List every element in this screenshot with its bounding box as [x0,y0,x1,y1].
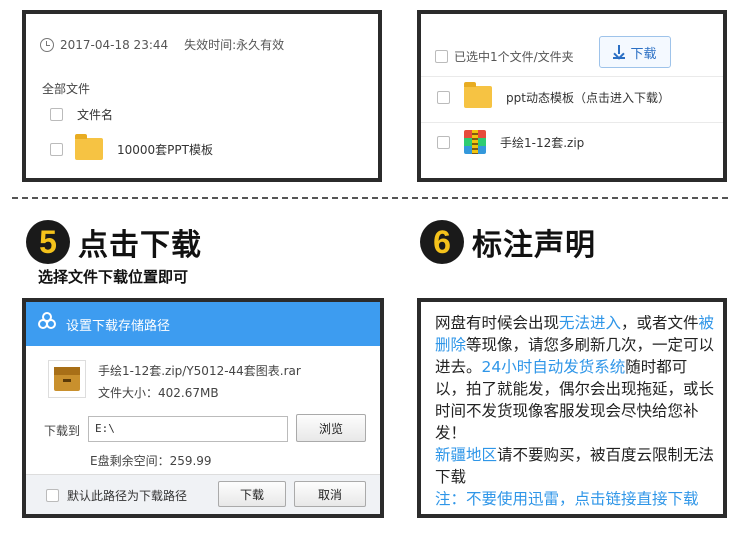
download-button-label: 下载 [630,46,657,62]
free-space-text: E盘剩余空间：259.99 [90,454,212,468]
file-list-header: 文件名 [50,106,113,123]
download-path-input[interactable]: E:\ [88,416,288,442]
download-button[interactable]: 下载 [599,36,671,68]
folder-icon [464,82,492,108]
list-item[interactable]: 10000套PPT模板 [50,134,213,160]
archive-icon [48,360,86,398]
baidu-cloud-icon [38,312,58,331]
validity-text: 失效时间:永久有效 [184,38,285,52]
dialog-title: 设置下载存储路径 [66,318,171,334]
step-title: 标注声明 [472,228,596,263]
divider [421,122,723,123]
share-timestamp: 2017-04-18 23:44 [60,37,169,52]
step-5-heading: 5 点击下载 [26,220,202,264]
notice-highlight: 新疆地区 [435,446,498,464]
notice-text-segment: 网盘有时候会出现 [435,314,560,332]
file-name[interactable]: 10000套PPT模板 [117,141,213,158]
select-all-checkbox[interactable] [435,50,448,63]
selection-count-text: 已选中1个文件/文件夹 [454,50,574,64]
download-file-names: 手绘1-12套.zip/Y5012-44套图表.rar [98,364,301,378]
select-all-checkbox[interactable] [50,108,63,121]
step-5-subtitle: 选择文件下载位置即可 [38,268,189,286]
file-checkbox[interactable] [437,90,450,104]
cancel-button[interactable]: 取消 [294,481,366,507]
zip-archive-icon [464,130,486,154]
selection-status: 已选中1个文件/文件夹 [435,48,574,65]
notice-highlight: 24小时自动发货系统 [481,358,626,376]
file-name[interactable]: 手绘1-12套.zip [500,134,584,151]
share-panel: 2017-04-18 23:44 失效时间:永久有效 全部文件 文件名 1000… [22,10,382,182]
default-path-option[interactable]: 默认此路径为下载路径 [46,487,187,504]
share-info: 2017-04-18 23:44 失效时间:永久有效 [40,36,284,53]
dialog-footer: 默认此路径为下载路径 下载 取消 [26,474,380,514]
all-files-label: 全部文件 [42,82,91,96]
step-number: 6 [420,220,464,264]
section-divider [12,197,728,199]
file-name[interactable]: ppt动态模板（点击进入下载） [506,89,670,106]
folder-icon [75,134,103,160]
browse-button[interactable]: 浏览 [296,414,366,442]
notice-text-segment: ，或者文件 [621,314,699,332]
notice-panel: 网盘有时候会出现无法进入，或者文件被删除等现像，请您多刷新几次，一定可以进去。2… [417,298,727,518]
default-path-label: 默认此路径为下载路径 [67,489,188,503]
notice-highlight: 无法进入 [559,314,622,332]
list-item[interactable]: ppt动态模板（点击进入下载） [437,82,670,108]
step-number: 5 [26,220,70,264]
download-to-label: 下载到 [44,424,81,438]
download-dialog: 设置下载存储路径 手绘1-12套.zip/Y5012-44套图表.rar 文件大… [22,298,384,518]
dialog-header: 设置下载存储路径 [26,302,380,346]
file-checkbox[interactable] [50,142,63,156]
default-path-checkbox[interactable] [46,489,59,502]
step-title: 点击下载 [78,228,202,263]
file-size: 文件大小：402.67MB [98,386,219,400]
file-checkbox[interactable] [437,135,450,149]
filename-column-header: 文件名 [77,108,114,122]
notice-text: 网盘有时候会出现无法进入，或者文件被删除等现像，请您多刷新几次，一定可以进去。2… [435,312,715,510]
download-button[interactable]: 下载 [218,481,286,507]
download-icon [613,45,626,59]
list-item[interactable]: 手绘1-12套.zip [437,130,584,154]
step-6-heading: 6 标注声明 [420,220,596,264]
divider [421,76,723,77]
clock-icon [40,37,54,52]
notice-highlight: 注：不要使用迅雷，点击链接直接下载 [435,490,699,508]
selected-files-panel: 已选中1个文件/文件夹 下载 ppt动态模板（点击进入下载） 手绘1-12套.z… [417,10,727,182]
